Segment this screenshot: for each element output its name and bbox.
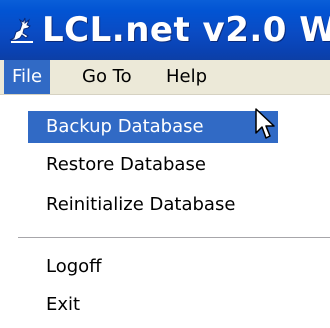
arrow-cursor-icon bbox=[255, 108, 275, 139]
menu-item-reinitialize-database[interactable]: Reinitialize Database bbox=[28, 189, 235, 221]
menu-item-backup-database[interactable]: Backup Database bbox=[28, 111, 278, 143]
menu-bar: File Go To Help bbox=[0, 60, 330, 95]
menu-go-to[interactable]: Go To bbox=[74, 60, 140, 94]
menu-separator bbox=[18, 237, 330, 239]
file-dropdown-menu: Backup Database Restore Database Reiniti… bbox=[0, 95, 330, 328]
menu-item-restore-database[interactable]: Restore Database bbox=[28, 149, 206, 181]
window-title: LCL.net v2.0 W bbox=[42, 10, 330, 50]
menu-item-exit[interactable]: Exit bbox=[28, 289, 80, 321]
menu-file[interactable]: File bbox=[4, 60, 51, 94]
deer-icon bbox=[9, 17, 33, 43]
title-bar[interactable]: LCL.net v2.0 W bbox=[0, 0, 330, 60]
menu-help[interactable]: Help bbox=[158, 60, 215, 94]
menu-item-logoff[interactable]: Logoff bbox=[28, 251, 102, 283]
